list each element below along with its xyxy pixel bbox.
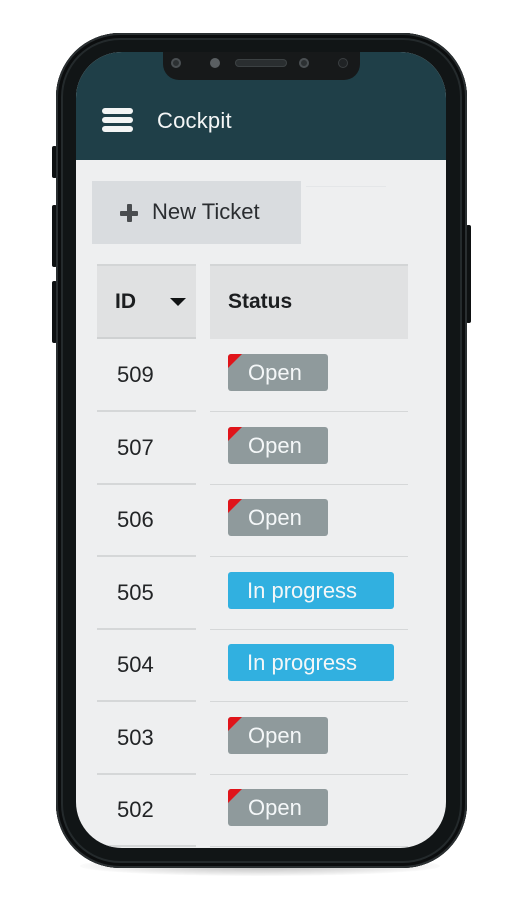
phone-notch [163,52,360,80]
table-row[interactable]: 509 Open [76,340,446,412]
ticket-id: 507 [117,434,154,460]
table-row[interactable]: 502 Open [76,775,446,847]
flag-corner-icon [228,789,242,803]
ticket-id: 502 [117,797,154,822]
status-label: Open [248,505,302,530]
ticket-id: 505 [117,579,154,605]
status-badge[interactable]: Open [228,354,328,391]
sensor-icon [338,58,348,68]
status-badge[interactable]: Open [228,499,328,536]
speaker-grille [235,59,287,67]
ticket-id: 504 [117,652,154,677]
phone-mockup: Cockpit New Ticket ID Status 509 Open 507 O… [0,0,517,900]
phone-screen: Cockpit New Ticket ID Status 509 Open 507 O… [76,52,446,848]
table-row[interactable]: 504 In progress [76,630,446,702]
id-cell: 509 [97,340,196,412]
column-header-label: Status [228,290,293,313]
sensor-icon [210,58,220,68]
status-badge[interactable]: In progress [228,644,394,681]
flag-corner-icon [228,354,242,368]
ticket-id: 506 [117,507,154,532]
new-ticket-label: New Ticket [152,199,260,224]
table-row[interactable]: 507 Open [76,413,446,485]
status-badge[interactable]: In progress [228,571,394,609]
sort-down-triangle-icon[interactable] [170,298,186,306]
id-cell: 506 [97,485,196,557]
status-cell: Open [210,413,408,485]
id-cell: 503 [97,703,196,775]
status-label: Open [248,722,302,748]
table-row[interactable]: 505 In progress [76,558,446,630]
status-cell: In progress [210,630,408,702]
id-cell: 507 [97,413,196,485]
table-row[interactable]: 506 Open [76,485,446,557]
status-badge[interactable]: Open [228,426,328,464]
status-label: Open [248,360,302,385]
status-badge[interactable]: Open [228,716,328,754]
status-cell: Open [210,485,408,557]
status-badge[interactable]: Open [228,789,328,826]
status-label: Open [248,432,302,458]
sensor-icon [171,58,181,68]
id-cell: 502 [97,775,196,847]
status-cell: In progress [210,558,408,630]
status-label: In progress [247,577,358,603]
column-header-id[interactable]: ID [97,264,196,339]
status-cell: Open [210,703,408,775]
column-header-label: ID [115,290,136,313]
ticket-id: 503 [117,724,154,750]
plus-icon [120,204,138,222]
new-ticket-button[interactable]: New Ticket [92,181,301,244]
front-camera-icon [299,58,309,68]
table-row[interactable]: 503 Open [76,703,446,775]
flag-corner-icon [228,426,242,441]
id-cell: 505 [97,558,196,630]
column-header-status[interactable]: Status [210,264,408,339]
ticket-id: 509 [117,362,154,387]
flag-corner-icon [228,499,242,513]
flag-corner-icon [228,716,242,731]
status-cell: Open [210,775,408,847]
id-cell: 504 [97,630,196,702]
status-label: Open [248,795,302,820]
divider [306,186,386,187]
menu-button[interactable] [100,107,136,135]
status-label: In progress [247,650,358,675]
status-cell: Open [210,340,408,412]
app-title: Cockpit [157,108,232,133]
